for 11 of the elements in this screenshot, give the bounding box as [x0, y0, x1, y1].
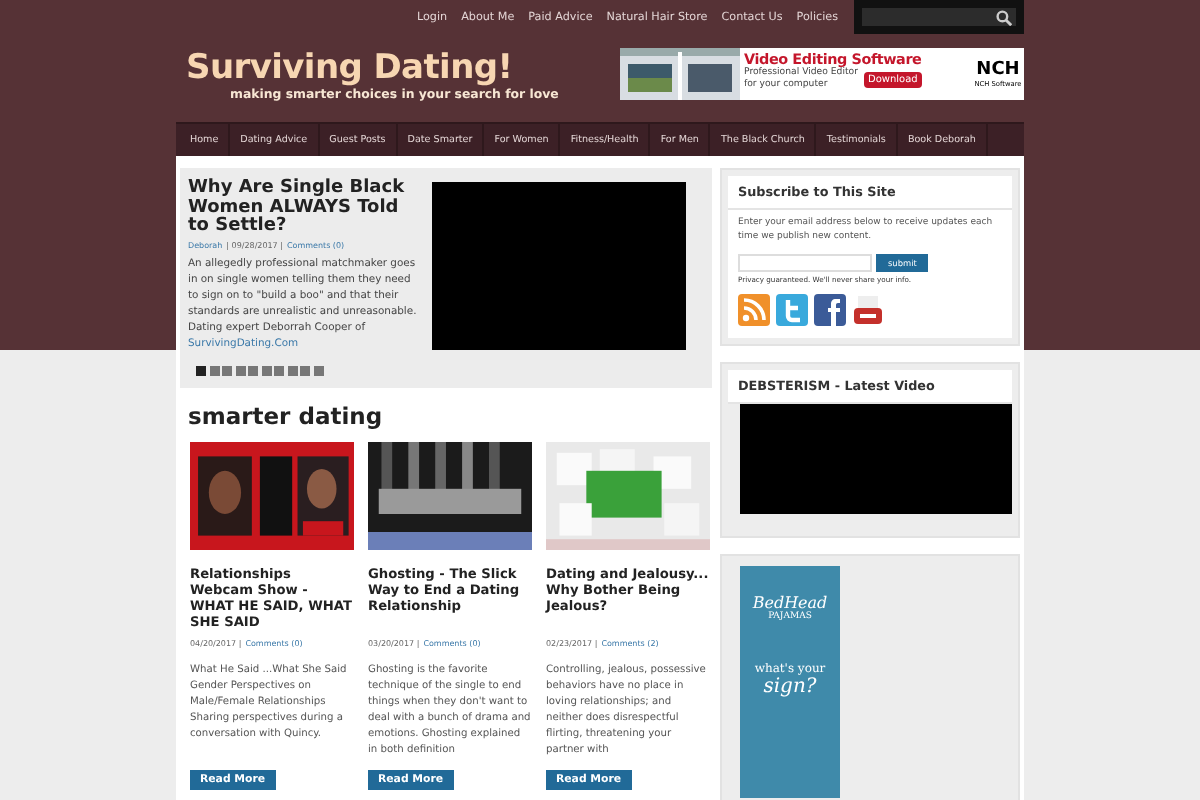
site-logo[interactable]: Surviving Dating! [186, 50, 559, 86]
section-heading: smarter dating [188, 403, 385, 427]
rss-icon[interactable] [738, 293, 770, 326]
search-icon[interactable] [996, 9, 1012, 25]
facebook-icon[interactable] [814, 293, 846, 326]
featured-title[interactable]: Why Are Single Black Women ALWAYS Told to Settle? [188, 180, 422, 237]
ad-brand: NCH [976, 60, 1020, 80]
ad-text: sign? [763, 675, 817, 698]
ad-brand: BedHead [752, 593, 828, 612]
youtube-icon[interactable] [852, 293, 884, 326]
search-field[interactable] [862, 8, 1016, 26]
